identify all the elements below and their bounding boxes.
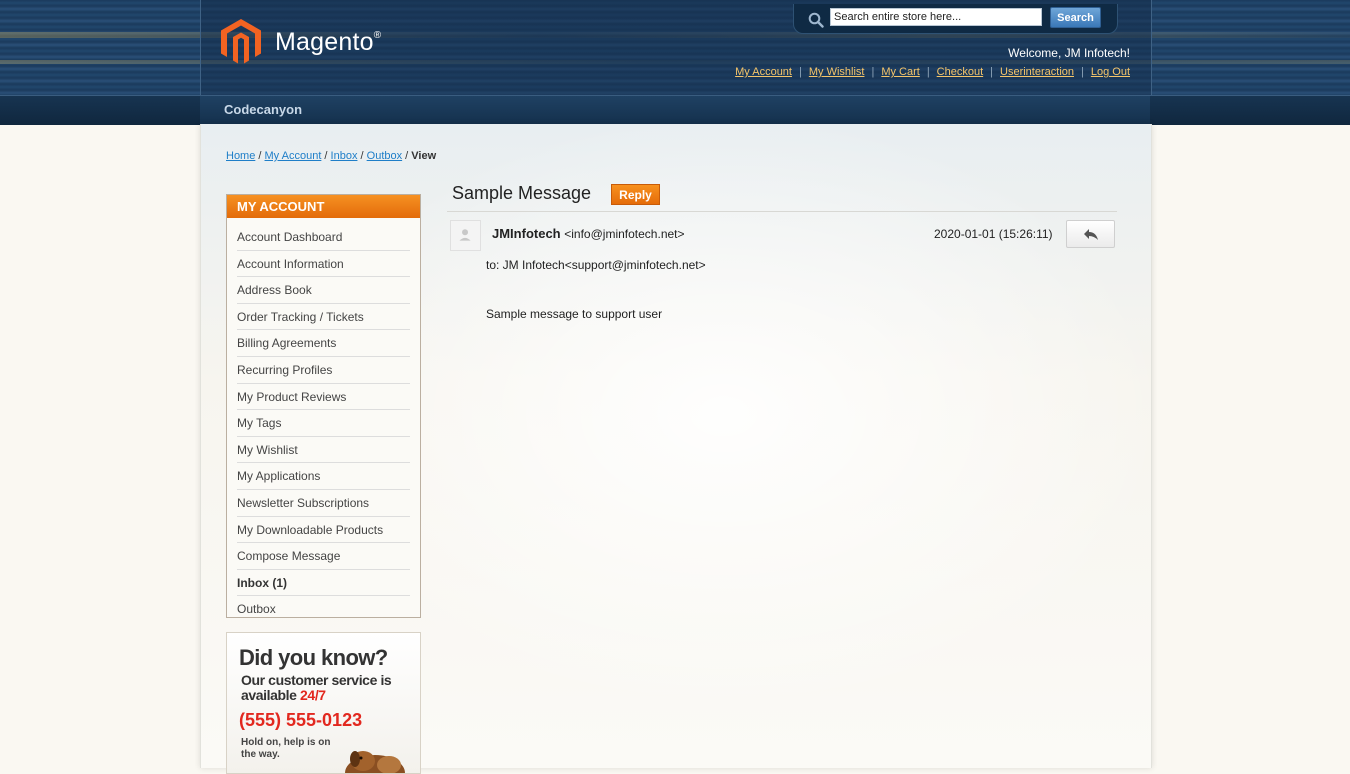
nav-bar: Codecanyon: [0, 95, 1350, 125]
search-button[interactable]: Search: [1050, 7, 1101, 28]
logo-text: Magento®: [275, 27, 382, 56]
header-link-my-account[interactable]: My Account: [735, 66, 792, 78]
search-icon: [808, 12, 824, 28]
avatar: [450, 220, 481, 251]
sidebar-item-my-applications[interactable]: My Applications: [237, 463, 410, 490]
sidebar-item-order-tracking[interactable]: Order Tracking / Tickets: [237, 304, 410, 331]
header-link-my-cart[interactable]: My Cart: [881, 66, 920, 78]
reply-button[interactable]: Reply: [611, 184, 660, 205]
sidebar-item-my-tags[interactable]: My Tags: [237, 410, 410, 437]
main-content: Home / My Account / Inbox / Outbox / Vie…: [200, 124, 1152, 774]
user-avatar-icon: [459, 229, 471, 241]
message-title: Sample Message: [452, 183, 592, 203]
divider: [447, 211, 1117, 212]
breadcrumb-current: View: [411, 150, 437, 162]
sidebar-item-address-book[interactable]: Address Book: [237, 277, 410, 304]
nav-category-codecanyon[interactable]: Codecanyon: [224, 102, 302, 117]
my-account-title: MY ACCOUNT: [227, 195, 420, 218]
store-logo[interactable]: Magento®: [221, 19, 381, 65]
sidebar-item-recurring-profiles[interactable]: Recurring Profiles: [237, 357, 410, 384]
welcome-message: Welcome, JM Infotech!: [1008, 46, 1130, 60]
header-link-checkout[interactable]: Checkout: [937, 66, 983, 78]
customer-service-banner[interactable]: Did you know? Our customer service is av…: [226, 632, 421, 774]
nav-bar-inner: Codecanyon: [200, 96, 1150, 125]
sidebar-item-downloadable-products[interactable]: My Downloadable Products: [237, 517, 410, 544]
message-body: Sample message to support user: [486, 307, 663, 321]
banner-tagline: Hold on, help is on the way.: [241, 737, 331, 760]
header-links: My Account | My Wishlist | My Cart | Checko…: [735, 66, 1130, 78]
banner-phone: (555) 555-0123: [239, 710, 363, 730]
my-account-nav: Account Dashboard Account Information Ad…: [227, 218, 420, 622]
search-input[interactable]: [830, 8, 1042, 26]
header-link-userinteraction[interactable]: Userinteraction: [1000, 66, 1074, 78]
sidebar-item-inbox: Inbox (1): [237, 570, 410, 597]
search-form: Search: [793, 4, 1118, 34]
message-date: 2020-01-01 (15:26:11): [934, 227, 1053, 241]
dog-image-icon: [345, 751, 405, 773]
header-link-log-out[interactable]: Log Out: [1091, 66, 1130, 78]
message-recipient: to: JM Infotech<support@jminfotech.net>: [486, 258, 706, 272]
reply-arrow-icon: [1083, 229, 1098, 240]
my-account-block: MY ACCOUNT Account Dashboard Account Inf…: [226, 194, 421, 618]
header-link-my-wishlist[interactable]: My Wishlist: [809, 66, 865, 78]
sidebar-item-account-dashboard[interactable]: Account Dashboard: [237, 224, 410, 251]
banner-subtitle: Our customer service is available 24/7: [241, 672, 392, 703]
breadcrumb-outbox[interactable]: Outbox: [367, 150, 402, 162]
magento-logo-icon: [221, 19, 261, 64]
breadcrumb-home[interactable]: Home: [226, 150, 255, 162]
reply-arrow-button[interactable]: [1066, 220, 1115, 248]
sidebar-item-outbox[interactable]: Outbox: [237, 596, 410, 622]
sidebar-item-billing-agreements[interactable]: Billing Agreements: [237, 330, 410, 357]
sender-email: <info@jminfotech.net>: [564, 227, 685, 241]
sidebar-item-compose-message[interactable]: Compose Message: [237, 543, 410, 570]
sidebar-item-newsletter[interactable]: Newsletter Subscriptions: [237, 490, 410, 517]
banner-title: Did you know?: [239, 645, 388, 670]
breadcrumb-inbox[interactable]: Inbox: [331, 150, 358, 162]
sidebar-item-my-wishlist[interactable]: My Wishlist: [237, 437, 410, 464]
breadcrumb-my-account[interactable]: My Account: [265, 150, 322, 162]
message-sender: JMInfotech <info@jminfotech.net>: [492, 226, 685, 241]
sidebar-item-account-information[interactable]: Account Information: [237, 251, 410, 278]
sidebar-item-product-reviews[interactable]: My Product Reviews: [237, 384, 410, 411]
breadcrumb: Home / My Account / Inbox / Outbox / Vie…: [226, 150, 437, 162]
sender-name: JMInfotech: [492, 226, 561, 241]
